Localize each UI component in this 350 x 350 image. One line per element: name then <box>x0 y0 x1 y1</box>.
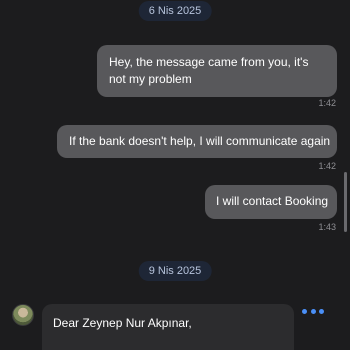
incoming-message[interactable]: Dear Zeynep Nur Akpınar, <box>42 304 294 350</box>
date-separator: 6 Nis 2025 <box>138 1 212 21</box>
date-separator: 9 Nis 2025 <box>138 261 212 281</box>
message-text: Hey, the message came from you, it's not… <box>109 55 309 86</box>
message-time: 1:43 <box>318 222 336 232</box>
more-dots-icon <box>319 308 324 314</box>
scrollbar[interactable] <box>344 172 347 232</box>
message-text: If the bank doesn't help, I will communi… <box>69 134 331 148</box>
more-options-button[interactable] <box>302 305 324 317</box>
message-text: I will contact Booking <box>216 194 329 208</box>
outgoing-message[interactable]: If the bank doesn't help, I will communi… <box>57 125 337 158</box>
message-text: Dear Zeynep Nur Akpınar, <box>53 316 192 330</box>
avatar[interactable] <box>12 304 34 326</box>
chat-window: 6 Nis 2025 Hey, the message came from yo… <box>0 0 350 350</box>
outgoing-message[interactable]: Hey, the message came from you, it's not… <box>97 45 337 97</box>
more-dots-icon <box>302 308 307 314</box>
message-time: 1:42 <box>318 161 336 171</box>
outgoing-message[interactable]: I will contact Booking <box>205 185 337 219</box>
more-dots-icon <box>310 308 316 314</box>
message-time: 1:42 <box>318 98 336 108</box>
